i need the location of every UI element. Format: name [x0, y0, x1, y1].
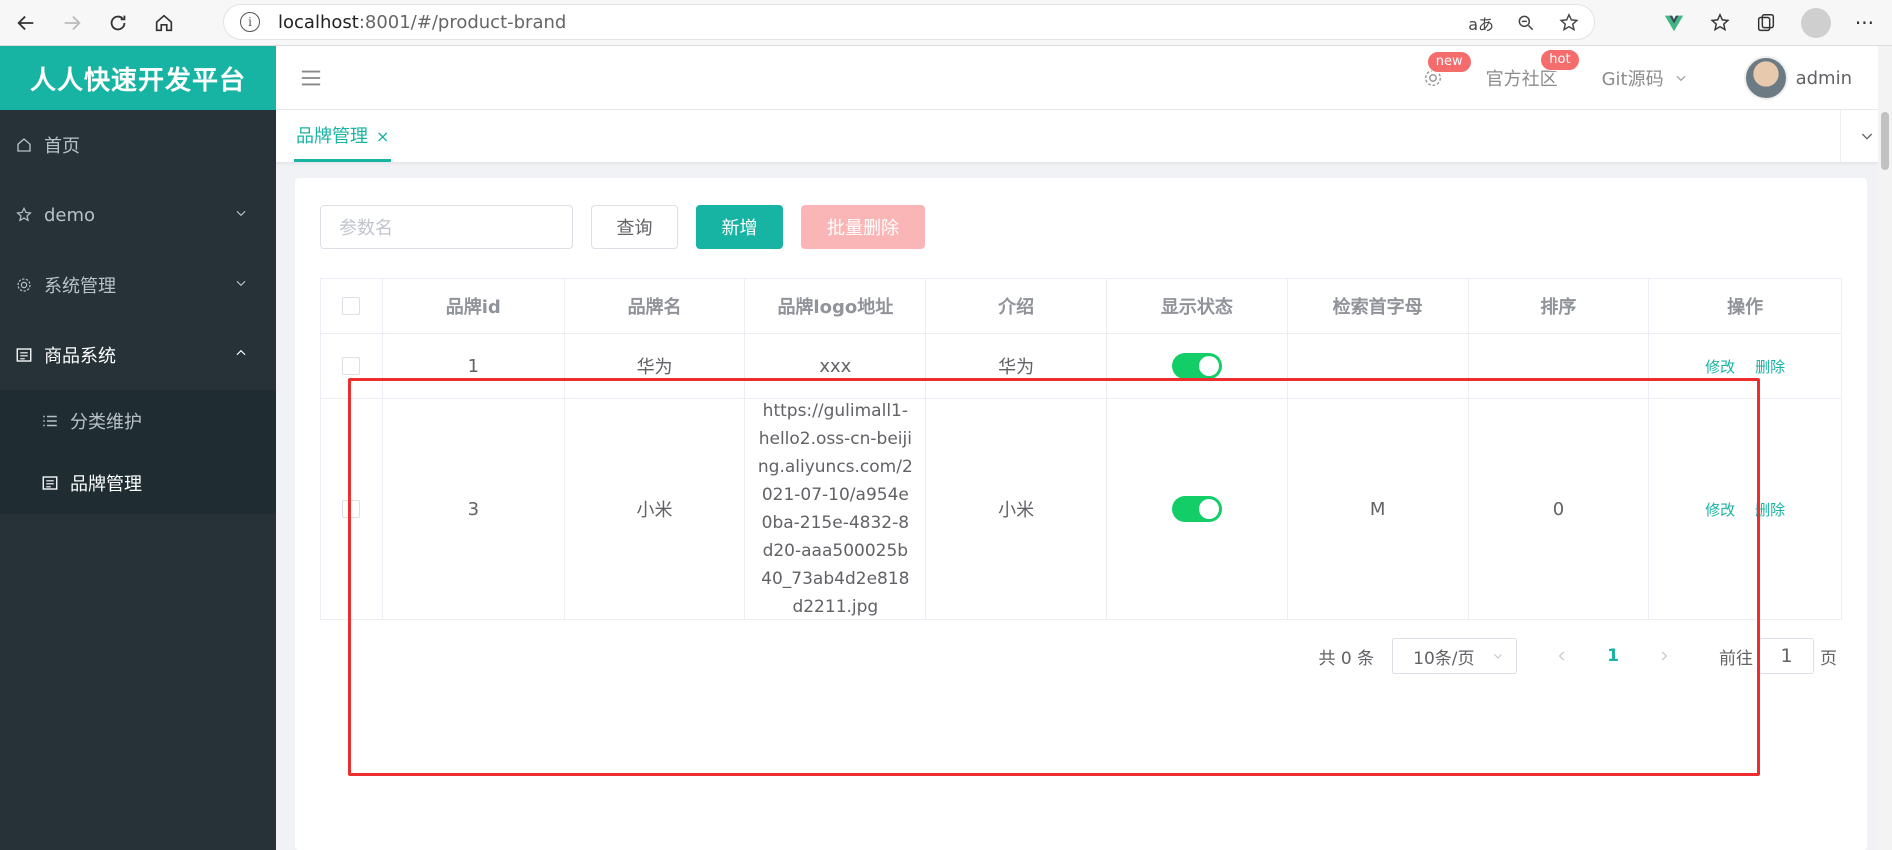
zoom-out-icon[interactable] — [1516, 13, 1536, 33]
column-header: 操作 — [1727, 297, 1764, 318]
sidebar-item-label: 首页 — [44, 136, 80, 157]
forward-button[interactable] — [52, 3, 92, 43]
page-suffix: 页 — [1820, 648, 1837, 669]
query-button[interactable]: 查询 — [591, 205, 678, 249]
arrow-left-icon — [17, 15, 34, 30]
community-link[interactable]: 官方社区 hot — [1486, 49, 1580, 91]
browser-actions: ··· — [1663, 0, 1892, 46]
new-badge: new — [1426, 51, 1472, 73]
home-icon — [155, 14, 173, 31]
column-header: 显示状态 — [1107, 279, 1288, 333]
sidebar-item-label: 品牌管理 — [70, 474, 142, 495]
batch-delete-button[interactable]: 批量删除 — [801, 205, 925, 249]
column-header: 介绍 — [926, 279, 1107, 333]
sidebar-item-label: 系统管理 — [44, 276, 116, 297]
app-header: new 官方社区 hot Git源码 admin — [276, 46, 1892, 110]
edit-link[interactable]: 修改 — [1705, 356, 1735, 377]
profile-avatar[interactable] — [1800, 8, 1831, 38]
reload-icon — [110, 15, 126, 30]
user-name: admin — [1795, 67, 1852, 89]
collections-icon[interactable] — [1755, 12, 1777, 34]
delete-link[interactable]: 删除 — [1755, 356, 1785, 377]
chevron-down-icon — [236, 210, 246, 217]
header-checkbox-cell — [321, 279, 383, 333]
annotation-box — [348, 378, 1760, 776]
close-icon[interactable]: × — [376, 127, 389, 146]
scrollbar-thumb[interactable] — [1881, 112, 1889, 170]
reload-button[interactable] — [98, 3, 138, 43]
chevron-down-icon — [236, 280, 246, 287]
sidebar: 人人快速开发平台 首页 demo 系统管理 商品系统 分类维护 品牌管理 — [0, 46, 276, 850]
column-header: 品牌id — [383, 279, 565, 333]
back-button[interactable] — [6, 3, 46, 43]
tab-bar: 品牌管理 × — [276, 110, 1892, 162]
user-menu[interactable]: admin — [1743, 56, 1852, 100]
toolbar: 参数名 查询 新增 批量删除 — [320, 205, 925, 249]
tab-brand-management[interactable]: 品牌管理 × — [294, 122, 392, 162]
translate-icon[interactable]: aあ — [1468, 11, 1494, 35]
favorite-add-icon[interactable] — [1558, 12, 1580, 34]
chevron-down-icon — [1676, 75, 1686, 82]
submenu-product: 分类维护 品牌管理 — [0, 390, 276, 514]
column-header: 检索首字母 — [1288, 279, 1469, 333]
column-header: 品牌名 — [565, 279, 746, 333]
vue-devtools-icon[interactable] — [1663, 12, 1685, 34]
favorites-icon[interactable] — [1709, 12, 1731, 34]
search-input[interactable]: 参数名 — [320, 205, 573, 249]
sidebar-item-label: demo — [44, 204, 96, 226]
git-dropdown[interactable]: Git源码 — [1602, 65, 1688, 91]
menu-toggle-icon[interactable] — [300, 68, 322, 88]
sidebar-item-demo[interactable]: demo — [0, 180, 276, 250]
sidebar-item-label: 商品系统 — [44, 346, 116, 367]
info-icon[interactable]: i — [240, 12, 260, 32]
url-path: :8001/#/product-brand — [358, 11, 567, 33]
column-header: 排序 — [1469, 279, 1650, 333]
scrollbar[interactable] — [1878, 46, 1892, 850]
chevron-up-icon — [236, 349, 246, 356]
column-header: 品牌logo地址 — [745, 279, 927, 333]
sidebar-item-label: 分类维护 — [70, 412, 142, 433]
git-label: Git源码 — [1601, 69, 1664, 90]
board-icon — [14, 345, 34, 365]
row-checkbox[interactable] — [342, 357, 361, 375]
goto-page-input[interactable]: 1 — [1759, 638, 1814, 674]
select-all-checkbox[interactable] — [342, 297, 361, 315]
table-header: 品牌id 品牌名 品牌logo地址 介绍 显示状态 检索首字母 排序 操作 — [321, 279, 1841, 334]
address-actions: aあ — [1468, 5, 1580, 41]
sidebar-item-category[interactable]: 分类维护 — [0, 390, 276, 452]
sidebar-item-brand[interactable]: 品牌管理 — [0, 452, 276, 514]
tab-label: 品牌管理 — [296, 126, 368, 147]
hot-badge: hot — [1540, 49, 1580, 71]
add-button[interactable]: 新增 — [696, 205, 783, 249]
chevron-down-icon — [1861, 133, 1872, 140]
settings-button[interactable]: new — [1422, 51, 1472, 89]
sidebar-item-product[interactable]: 商品系统 — [0, 320, 276, 390]
gear-icon — [14, 275, 34, 295]
more-icon[interactable]: ··· — [1855, 11, 1874, 35]
address-bar[interactable]: i localhost:8001/#/product-brand aあ — [223, 4, 1595, 40]
avatar — [1743, 56, 1788, 100]
url-text[interactable]: localhost:8001/#/product-brand — [278, 12, 566, 33]
arrow-right-icon — [64, 15, 81, 30]
sidebar-item-system[interactable]: 系统管理 — [0, 250, 276, 320]
url-host: localhost — [278, 11, 359, 33]
brand-title: 人人快速开发平台 — [0, 46, 276, 110]
browser-toolbar: i localhost:8001/#/product-brand aあ ··· — [0, 0, 1892, 46]
star-icon — [14, 205, 34, 225]
sidebar-item-home[interactable]: 首页 — [0, 110, 276, 180]
list-icon — [40, 411, 60, 431]
header-actions: new 官方社区 hot Git源码 admin — [1384, 46, 1852, 110]
status-switch[interactable] — [1171, 353, 1222, 379]
board-icon — [40, 473, 60, 493]
home-icon — [14, 135, 34, 155]
home-button[interactable] — [144, 3, 184, 43]
